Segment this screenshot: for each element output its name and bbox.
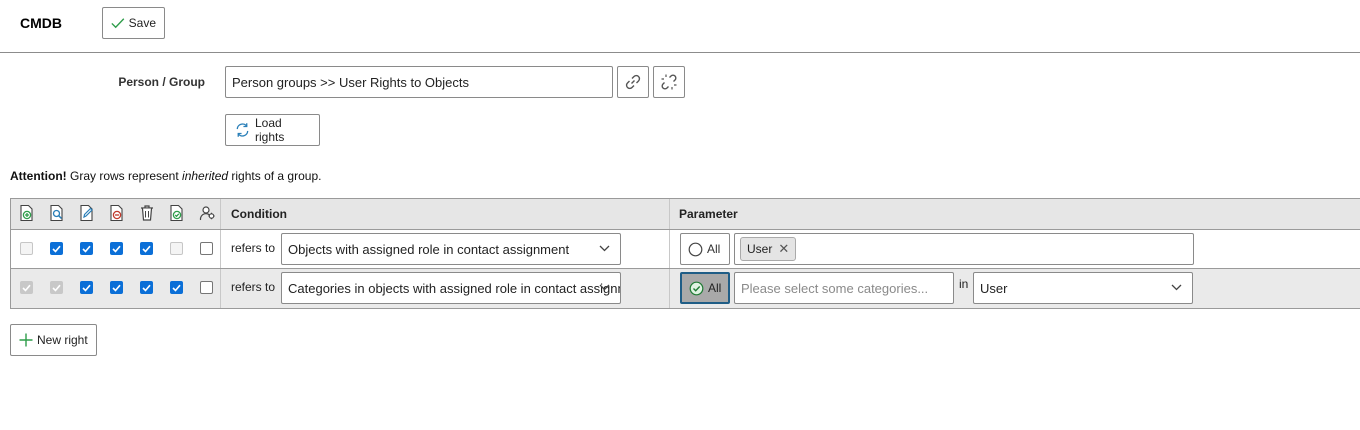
right-create-checkbox[interactable] (20, 281, 33, 294)
right-archive-checkbox[interactable] (110, 242, 123, 255)
load-rights-label: Load rights (254, 116, 285, 144)
chevron-down-icon (599, 245, 610, 252)
table-header: Condition Parameter (11, 199, 1360, 230)
category-input[interactable] (734, 272, 954, 304)
new-right-label: New right (37, 333, 88, 347)
archive-icon (110, 204, 123, 222)
row-separator (220, 269, 221, 308)
right-delete-checkbox[interactable] (140, 281, 153, 294)
circle-icon (688, 242, 703, 256)
right-supervisor-checkbox[interactable] (200, 281, 213, 294)
row-separator (220, 230, 221, 268)
new-right-button[interactable]: New right (10, 324, 97, 356)
supervisor-icon (199, 206, 215, 221)
app-title: CMDB (20, 15, 62, 31)
all-label: All (708, 281, 722, 295)
condition-header: Condition (231, 207, 287, 221)
attention-pre: Gray rows represent (66, 169, 183, 183)
table-row: refers to Objects with assigned role in … (11, 230, 1360, 269)
check-icon (111, 18, 125, 29)
condition-select[interactable]: Categories in objects with assigned role… (281, 272, 621, 304)
refers-to-label: refers to (231, 280, 276, 294)
parameter-header: Parameter (679, 207, 738, 221)
load-rights-button[interactable]: Load rights (225, 114, 320, 146)
all-label: All (707, 242, 721, 256)
attention-strong: Attention! (10, 169, 67, 183)
detach-button[interactable] (653, 66, 685, 98)
remove-tag-icon[interactable]: ✕ (778, 241, 789, 257)
person-group-input[interactable] (225, 66, 613, 98)
all-toggle-button[interactable]: All (680, 272, 730, 304)
chevron-down-icon (599, 284, 610, 291)
attention-note: Attention! Gray rows represent inherited… (10, 169, 321, 183)
condition-value: Objects with assigned role in contact as… (288, 242, 570, 257)
person-group-label: Person / Group (118, 75, 205, 89)
link-icon (625, 74, 641, 90)
condition-select[interactable]: Objects with assigned role in contact as… (281, 233, 621, 265)
delete-icon (141, 205, 153, 221)
right-archive-checkbox[interactable] (110, 281, 123, 294)
role-value: User (980, 281, 1008, 296)
unlink-icon (661, 74, 677, 90)
save-label: Save (128, 16, 156, 30)
row-separator (669, 269, 670, 308)
right-execute-checkbox[interactable] (170, 281, 183, 294)
row-separator (669, 230, 670, 268)
right-view-checkbox[interactable] (50, 281, 63, 294)
right-delete-checkbox[interactable] (140, 242, 153, 255)
tag-user: User ✕ (740, 237, 797, 261)
refers-to-label: refers to (231, 241, 276, 255)
right-execute-checkbox[interactable] (170, 242, 183, 255)
parameter-tag-input[interactable]: User ✕ (734, 233, 1194, 265)
header-separator (669, 199, 670, 229)
top-bar: CMDB Save (0, 0, 1360, 53)
create-icon (20, 204, 33, 222)
header-separator (220, 199, 221, 229)
attach-button[interactable] (617, 66, 649, 98)
in-label: in (959, 277, 969, 291)
view-icon (50, 204, 63, 222)
attention-post: rights of a group. (228, 169, 322, 183)
attention-em: inherited (182, 169, 229, 183)
plus-icon (19, 333, 33, 347)
right-edit-checkbox[interactable] (80, 242, 93, 255)
role-select[interactable]: User (973, 272, 1193, 304)
condition-value: Categories in objects with assigned role… (288, 281, 621, 296)
all-toggle-button[interactable]: All (680, 233, 730, 265)
check-circle-icon (689, 281, 704, 295)
table-row-inherited: refers to Categories in objects with ass… (11, 269, 1360, 308)
right-supervisor-checkbox[interactable] (200, 242, 213, 255)
execute-icon (170, 204, 183, 222)
right-create-checkbox[interactable] (20, 242, 33, 255)
refresh-icon (236, 123, 249, 137)
save-button[interactable]: Save (102, 7, 165, 39)
right-edit-checkbox[interactable] (80, 281, 93, 294)
right-view-checkbox[interactable] (50, 242, 63, 255)
edit-icon (80, 204, 93, 222)
chevron-down-icon (1171, 284, 1182, 291)
rights-table: Condition Parameter refers to Objects wi… (10, 198, 1360, 309)
tag-label: User (747, 242, 773, 256)
